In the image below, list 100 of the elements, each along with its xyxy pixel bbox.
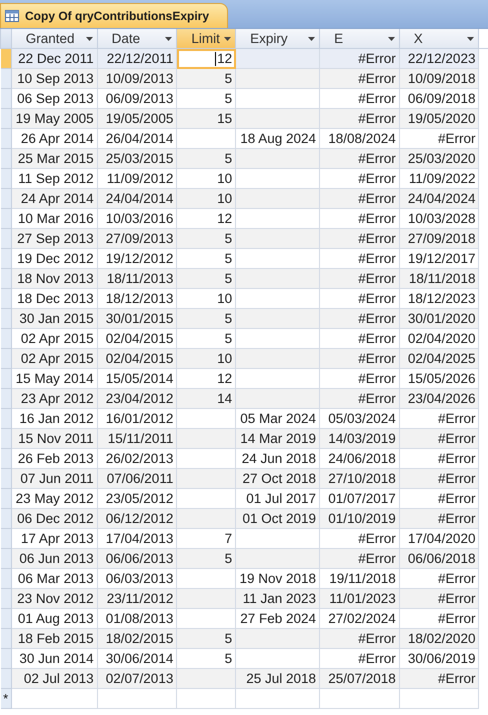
table-cell: #Error (320, 68, 400, 88)
table-cell: 07 Jun 2011 (11, 468, 98, 488)
dropdown-arrow-icon[interactable] (388, 36, 395, 40)
table-cell: 24 Jun 2018 (236, 448, 320, 468)
dropdown-arrow-icon[interactable] (308, 36, 316, 40)
table-cell: 15 (176, 108, 236, 128)
table-cell: 15/11/2011 (97, 428, 177, 448)
row-selector[interactable] (0, 228, 12, 248)
row-selector[interactable] (0, 448, 12, 468)
table-cell: 18/12/2023 (399, 288, 479, 308)
table-cell: 24/04/2024 (399, 188, 479, 208)
select-all-corner[interactable] (0, 29, 12, 48)
row-selector[interactable] (0, 128, 12, 148)
table-cell: 26/04/2014 (97, 128, 177, 148)
row-selector[interactable] (0, 628, 12, 648)
table-cell: 23/05/2012 (97, 488, 177, 508)
table-cell: 01/08/2013 (97, 608, 177, 628)
dropdown-arrow-icon[interactable] (86, 36, 93, 40)
table-cell: #Error (320, 228, 400, 248)
table-cell: 02/04/2015 (97, 328, 177, 348)
table-cell: 02/04/2015 (97, 348, 177, 368)
column-header[interactable]: E (320, 29, 400, 48)
table-cell: 16 Jan 2012 (11, 408, 98, 428)
table-cell: 5 (176, 328, 236, 348)
document-tab[interactable]: Copy Of qryContributionsExpiry (0, 3, 228, 28)
table-cell (176, 568, 236, 588)
table-cell: 15 Nov 2011 (11, 428, 98, 448)
column-header[interactable]: Date (97, 29, 177, 48)
table-cell: 02 Apr 2015 (11, 348, 98, 368)
table-cell: #Error (399, 128, 479, 148)
table-cell: 30/06/2019 (399, 648, 479, 668)
row-selector[interactable] (0, 148, 12, 168)
row-selector[interactable] (0, 308, 12, 328)
row-selector[interactable] (0, 388, 12, 408)
table-cell: 14 (176, 388, 236, 408)
table-cell: #Error (320, 48, 400, 68)
table-cell: #Error (399, 408, 479, 428)
table-cell: 06 Mar 2013 (11, 568, 98, 588)
row-selector[interactable] (0, 248, 12, 268)
table-cell (176, 488, 236, 508)
row-selector[interactable] (0, 328, 12, 348)
table-cell: 7 (176, 528, 236, 548)
dropdown-arrow-icon[interactable] (165, 36, 172, 40)
table-cell: 19/05/2005 (97, 108, 177, 128)
row-selector[interactable] (0, 108, 12, 128)
column-header[interactable]: X (399, 29, 479, 48)
row-selector[interactable] (0, 528, 12, 548)
row-selector[interactable] (0, 588, 12, 608)
row-selector[interactable] (0, 548, 12, 568)
column-header[interactable]: Limit (176, 29, 236, 48)
table-cell: 19 Nov 2018 (236, 568, 320, 588)
dropdown-arrow-icon[interactable] (224, 36, 232, 40)
table-cell: #Error (320, 628, 400, 648)
row-selector[interactable] (0, 648, 12, 668)
table-cell: 15 May 2014 (11, 368, 98, 388)
table-cell: 01 Jul 2017 (236, 488, 320, 508)
table-cell: #Error (320, 388, 400, 408)
table-cell: #Error (320, 148, 400, 168)
table-cell: 12 (176, 368, 236, 388)
row-selector[interactable] (0, 508, 12, 528)
row-selector[interactable] (0, 348, 12, 368)
row-selector[interactable] (0, 168, 12, 188)
row-selector[interactable] (0, 48, 12, 68)
table-cell: #Error (399, 448, 479, 468)
row-selector[interactable] (0, 668, 12, 688)
row-selector[interactable] (0, 88, 12, 108)
table-cell: 17 Apr 2013 (11, 528, 98, 548)
table-cell: 19 Dec 2012 (11, 248, 98, 268)
row-selector[interactable] (0, 428, 12, 448)
table-cell: 18/02/2020 (399, 628, 479, 648)
table-cell: 06/12/2012 (97, 508, 177, 528)
column-header[interactable]: Granted (11, 29, 98, 48)
table-cell: 10/09/2013 (97, 68, 177, 88)
new-record-marker: * (0, 688, 12, 708)
row-selector[interactable] (0, 288, 12, 308)
table-cell: 07/06/2011 (97, 468, 177, 488)
row-selector[interactable] (0, 208, 12, 228)
table-cell: 14/03/2019 (320, 428, 400, 448)
row-selector[interactable] (0, 468, 12, 488)
row-selector[interactable] (0, 188, 12, 208)
table-cell: #Error (320, 108, 400, 128)
table-cell: 23 Apr 2012 (11, 388, 98, 408)
row-selector[interactable] (0, 488, 12, 508)
table-cell: 18 Nov 2013 (11, 268, 98, 288)
row-selector[interactable] (0, 268, 12, 288)
table-cell: 27 Feb 2024 (236, 608, 320, 628)
table-cell: 18 Feb 2015 (11, 628, 98, 648)
row-selector[interactable] (0, 608, 12, 628)
column-header[interactable]: Expiry (236, 29, 320, 48)
table-cell: 10 (176, 168, 236, 188)
table-cell: #Error (399, 568, 479, 588)
row-selector[interactable] (0, 368, 12, 388)
row-selector[interactable] (0, 568, 12, 588)
table-cell (176, 468, 236, 488)
table-cell: 26 Feb 2013 (11, 448, 98, 468)
row-selector[interactable] (0, 408, 12, 428)
row-selector[interactable] (0, 68, 12, 88)
table-cell: 5 (176, 148, 236, 168)
dropdown-arrow-icon[interactable] (467, 36, 474, 40)
table-cell: 23 Nov 2012 (11, 588, 98, 608)
